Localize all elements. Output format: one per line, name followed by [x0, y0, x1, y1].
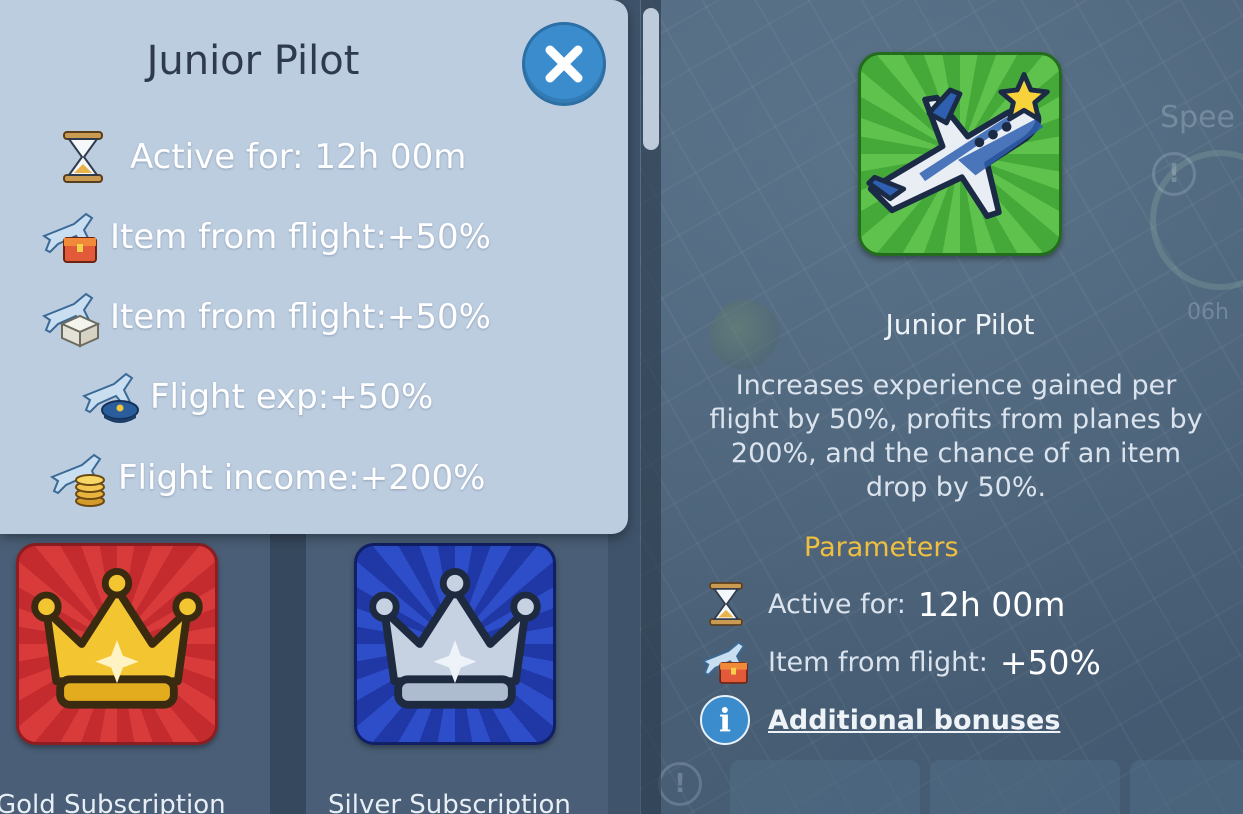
info-title: Junior Pilot	[885, 308, 1035, 341]
plane-chest-icon	[701, 641, 748, 684]
plane-coins-icon	[49, 453, 105, 507]
plane-star-icon	[858, 52, 1062, 256]
parameters-heading: Parameters	[804, 532, 959, 563]
background-speed-label: Spee	[1160, 100, 1235, 135]
stat-row-flight-exp: Flight exp:+50%	[80, 366, 433, 428]
popup-title: Junior Pilot	[146, 38, 360, 84]
close-icon	[545, 45, 583, 83]
stat-row-item-box: Item from flight:+50%	[40, 286, 491, 348]
additional-bonuses-link[interactable]: Additional bonuses	[768, 705, 1060, 736]
stat-text: Flight income:+200%	[118, 458, 486, 498]
stat-text: Flight exp:+50%	[150, 377, 434, 417]
stat-row-item-chest: Item from flight:+50%	[40, 206, 491, 268]
hourglass-icon	[709, 582, 743, 626]
info-description: Increases experience gained per flight b…	[709, 370, 1203, 503]
stat-text: Item from flight:+50%	[110, 217, 491, 257]
plane-pilot-cap-icon	[81, 372, 139, 423]
additional-bonuses-row[interactable]: i Additional bonuses	[700, 695, 1060, 745]
silver-crown-icon[interactable]	[354, 543, 556, 745]
gold-crown-icon[interactable]	[16, 543, 218, 745]
stat-row-flight-income: Flight income:+200%	[48, 447, 485, 509]
scrollbar-thumb[interactable]	[643, 8, 659, 150]
param-label: Active for:	[768, 588, 906, 620]
background-tile	[730, 760, 920, 814]
background-tile	[930, 760, 1120, 814]
hourglass-icon	[63, 131, 103, 183]
param-row-item-from-flight: Item from flight: +50%	[700, 636, 1101, 688]
background-tile	[1130, 760, 1243, 814]
background-alert-icon: !	[1152, 152, 1196, 196]
param-label: Item from flight:	[768, 646, 988, 678]
background-time-label: 06h	[1187, 300, 1229, 325]
stat-text: Item from flight:+50%	[110, 297, 491, 337]
close-button[interactable]	[522, 22, 606, 106]
gold-subscription-label[interactable]: Gold Subscription	[0, 790, 226, 814]
info-icon[interactable]: i	[700, 695, 750, 745]
stat-row-active-for: Active for: 12h 00m	[52, 126, 466, 188]
param-value: 12h 00m	[917, 584, 1066, 624]
silver-subscription-label[interactable]: Silver Subscription	[328, 790, 571, 814]
background-alert-icon-2: !	[658, 762, 702, 806]
param-value: +50%	[999, 642, 1101, 682]
plane-box-icon	[41, 292, 101, 348]
param-row-active-for: Active for: 12h 00m	[700, 578, 1065, 630]
stat-text: Active for: 12h 00m	[130, 137, 467, 177]
plane-chest-icon	[41, 212, 97, 263]
catalog-divider	[270, 530, 306, 814]
game-screen: ! ! Spee 06h Gold Subscription Silver Su…	[0, 0, 1243, 814]
item-tooltip-popup: Junior Pilot Active for: 12h 00m Item fr…	[0, 0, 628, 534]
